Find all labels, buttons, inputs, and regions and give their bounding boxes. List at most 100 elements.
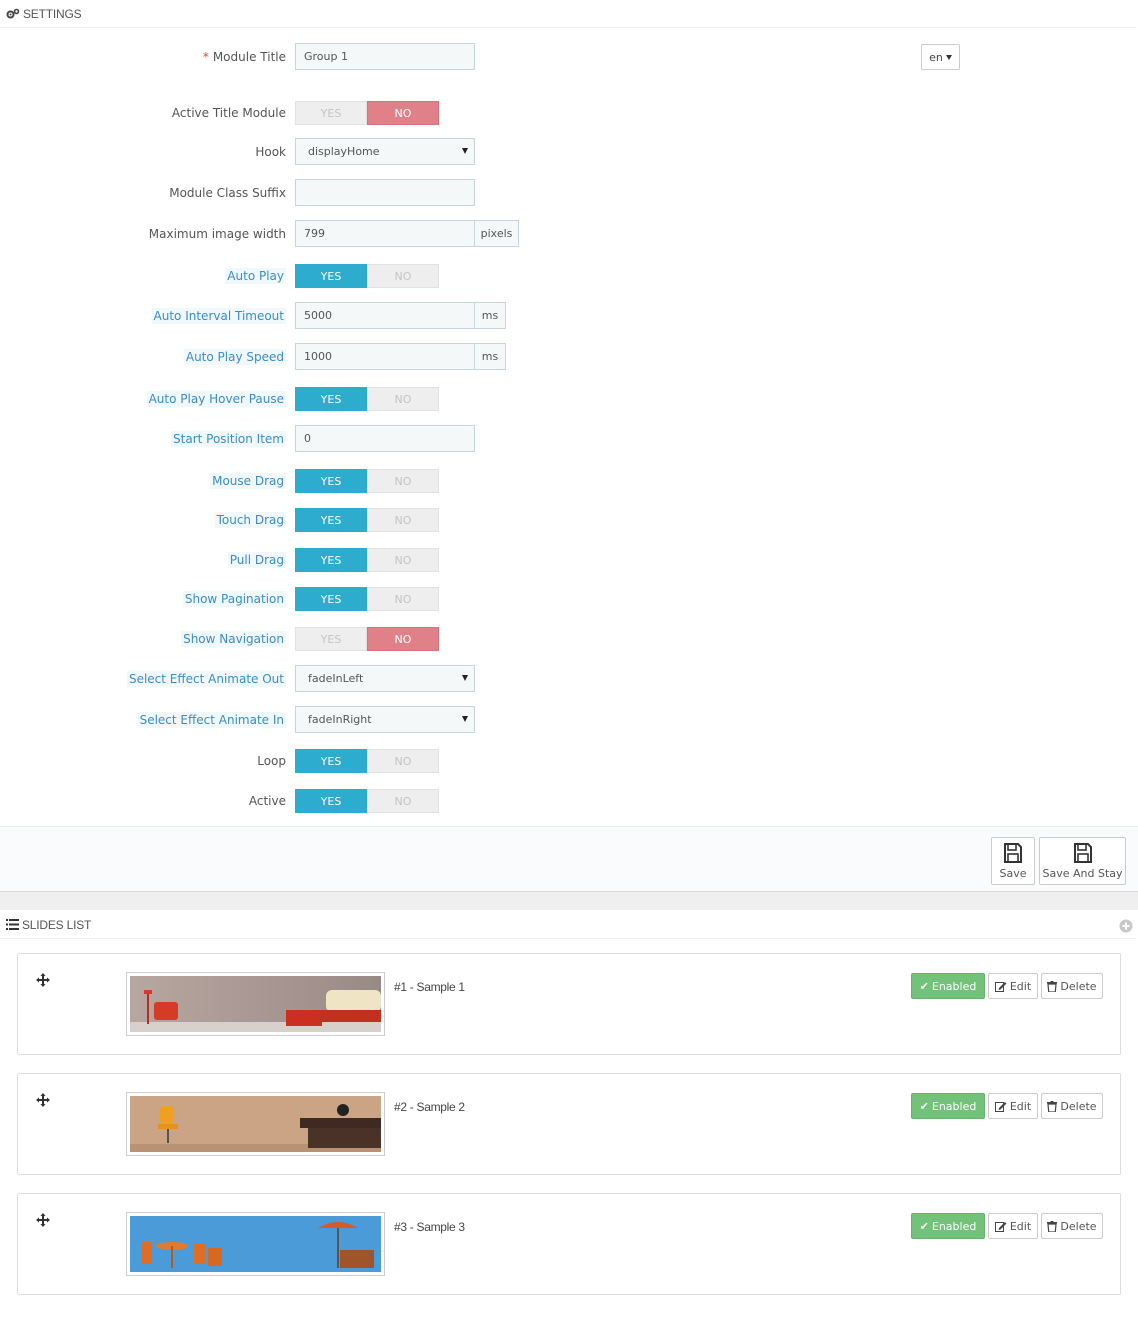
active-label: Active [248,794,286,808]
save-icon [1073,843,1092,863]
switch-no[interactable]: NO [367,587,439,611]
active-switch[interactable]: YES NO [295,789,439,813]
move-icon[interactable] [36,1213,50,1230]
switch-no[interactable]: NO [367,101,439,125]
move-icon[interactable] [36,973,50,990]
section-separator [0,892,1138,910]
caret-down-icon [462,716,468,722]
slide-image [130,1216,381,1272]
loop-label: Loop [257,754,286,768]
row-module-class-suffix: Module Class Suffix [0,179,1138,207]
row-effect-out: Select Effect Animate Out fadeInLeft [0,665,1138,693]
max-image-width-label: Maximum image width [148,227,286,241]
switch-yes[interactable]: YES [295,749,367,773]
show-navigation-switch[interactable]: YES NO [295,627,439,651]
edit-button[interactable]: Edit [988,1213,1038,1239]
auto-play-speed-label: Auto Play Speed [183,349,286,365]
ms-addon: ms [475,343,506,370]
caret-down-icon [462,148,468,154]
switch-yes[interactable]: YES [295,548,367,572]
touch-drag-switch[interactable]: YES NO [295,508,439,532]
check-icon: ✔ [919,979,929,993]
delete-button[interactable]: Delete [1041,1213,1103,1239]
effect-in-select[interactable]: fadeInRight [295,706,475,733]
effect-out-select[interactable]: fadeInLeft [295,665,475,692]
row-pull-drag: Pull Drag YES NO [0,546,1138,574]
module-class-suffix-input[interactable] [295,179,475,206]
caret-down-icon [945,54,952,60]
switch-yes[interactable]: YES [295,101,367,125]
enabled-status-button[interactable]: ✔ Enabled [911,1213,985,1239]
switch-no[interactable]: NO [367,508,439,532]
language-dropdown[interactable]: en [921,44,960,70]
enabled-status-button[interactable]: ✔ Enabled [911,973,985,999]
row-max-image-width: Maximum image width 799 pixels [0,220,1138,248]
list-icon [6,919,19,930]
save-and-stay-button[interactable]: Save And Stay [1039,837,1126,885]
module-title-label: * Module Title [202,50,286,64]
delete-button[interactable]: Delete [1041,973,1103,999]
auto-play-label: Auto Play [225,268,286,284]
switch-no[interactable]: NO [367,387,439,411]
switch-no[interactable]: NO [367,264,439,288]
save-button[interactable]: Save [991,837,1035,885]
trash-icon [1047,1220,1058,1232]
settings-heading: SETTINGS [0,0,1136,28]
auto-play-speed-input[interactable]: 1000 [295,343,475,370]
row-start-position-item: Start Position Item 0 [0,425,1138,453]
switch-no[interactable]: NO [367,749,439,773]
switch-yes[interactable]: YES [295,587,367,611]
slide-thumbnail [126,1092,385,1156]
row-auto-play-hover-pause: Auto Play Hover Pause YES NO [0,385,1138,413]
slide-title: #3 - Sample 3 [394,1220,465,1234]
switch-yes[interactable]: YES [295,387,367,411]
settings-footer: Save Save And Stay [0,826,1138,892]
move-icon[interactable] [36,1093,50,1110]
switch-no[interactable]: NO [367,789,439,813]
mouse-drag-switch[interactable]: YES NO [295,469,439,493]
start-position-item-label: Start Position Item [171,431,286,447]
slide-image [130,976,381,1032]
auto-interval-timeout-input[interactable]: 5000 [295,302,475,329]
switch-yes[interactable]: YES [295,264,367,288]
trash-icon [1047,980,1058,992]
pixels-addon: pixels [475,220,519,247]
auto-play-hover-pause-label: Auto Play Hover Pause [146,391,286,407]
switch-no[interactable]: NO [367,548,439,572]
row-mouse-drag: Mouse Drag YES NO [0,467,1138,495]
auto-interval-timeout-label: Auto Interval Timeout [151,308,286,324]
enabled-status-button[interactable]: ✔ Enabled [911,1093,985,1119]
row-show-navigation: Show Navigation YES NO [0,625,1138,653]
active-title-module-switch[interactable]: YES NO [295,101,439,125]
add-slide-icon[interactable] [1119,919,1133,936]
show-pagination-label: Show Pagination [182,591,286,607]
max-image-width-input[interactable]: 799 [295,220,475,247]
switch-yes[interactable]: YES [295,508,367,532]
cogs-icon [6,8,20,20]
slide-item: #2 - Sample 2 ✔ Enabled Edit Delete [17,1073,1121,1175]
show-pagination-switch[interactable]: YES NO [295,587,439,611]
ms-addon: ms [475,302,506,329]
loop-switch[interactable]: YES NO [295,749,439,773]
start-position-item-input[interactable]: 0 [295,425,475,452]
pull-drag-switch[interactable]: YES NO [295,548,439,572]
auto-play-hover-pause-switch[interactable]: YES NO [295,387,439,411]
trash-icon [1047,1100,1058,1112]
effect-in-label: Select Effect Animate In [137,712,286,728]
switch-yes[interactable]: YES [295,789,367,813]
switch-no[interactable]: NO [367,627,439,651]
module-title-input[interactable]: Group 1 [295,43,475,70]
auto-play-switch[interactable]: YES NO [295,264,439,288]
caret-down-icon [462,675,468,681]
switch-no[interactable]: NO [367,469,439,493]
slide-title: #2 - Sample 2 [394,1100,465,1114]
row-active: Active YES NO [0,787,1138,815]
switch-yes[interactable]: YES [295,627,367,651]
mouse-drag-label: Mouse Drag [210,473,286,489]
edit-button[interactable]: Edit [988,973,1038,999]
switch-yes[interactable]: YES [295,469,367,493]
delete-button[interactable]: Delete [1041,1093,1103,1119]
hook-select[interactable]: displayHome [295,138,475,165]
settings-heading-text: SETTINGS [23,6,82,21]
edit-button[interactable]: Edit [988,1093,1038,1119]
